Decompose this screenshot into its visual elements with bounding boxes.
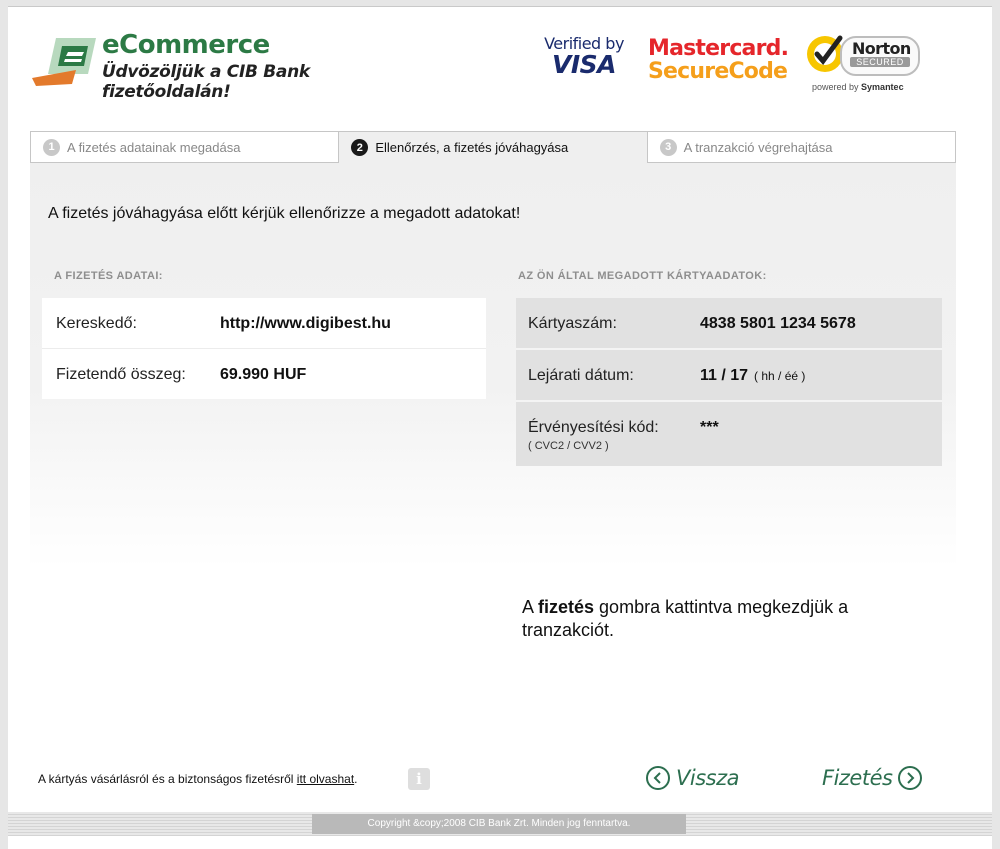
chevron-right-icon: [898, 766, 923, 790]
step-1-label: A fizetés adatainak megadása: [67, 139, 241, 155]
ecommerce-logo-icon: [32, 38, 96, 86]
copyright-text: Copyright &copy;2008 CIB Bank Zrt. Minde…: [312, 814, 686, 834]
expiry-hint: ( hh / éé ): [754, 369, 806, 383]
cvc-value: ***: [700, 419, 719, 436]
visa-line2: VISA: [551, 50, 617, 79]
norton-secured-badge: Norton SECURED powered by Symantec: [804, 30, 924, 100]
chevron-left-icon: [646, 766, 670, 790]
info-text: A kártyás vásárlásról és a biztonságos f…: [38, 772, 358, 786]
step-3-label: A tranzakció végrehajtása: [683, 139, 833, 155]
step-3-tab: 3 A tranzakció végrehajtása: [646, 131, 956, 163]
card-number-value: 4838 5801 1234 5678: [700, 315, 856, 332]
amount-row: Fizetendő összeg: 69.990 HUF: [42, 349, 486, 399]
payment-details-box: Kereskedő: http://www.digibest.hu Fizete…: [42, 298, 486, 399]
step-3-number-icon: 3: [659, 138, 677, 156]
merchant-row: Kereskedő: http://www.digibest.hu: [42, 298, 486, 349]
amount-value: 69.990 HUF: [220, 366, 307, 383]
cvc-label: Érvényesítési kód:: [528, 419, 659, 436]
info-link[interactable]: itt olvashat: [297, 772, 354, 786]
step-1-number-icon: 1: [43, 138, 60, 156]
step-2-tab: 2 Ellenőrzés, a fizetés jóváhagyása: [338, 131, 647, 163]
security-badges: Verified by VISA Mastercard. SecureCode …: [532, 22, 932, 112]
powered-prefix: powered by: [812, 82, 859, 92]
card-details-box: Kártyaszám: 4838 5801 1234 5678 Lejárati…: [516, 298, 942, 466]
info-prefix: A kártyás vásárlásról és a biztonságos f…: [38, 772, 297, 786]
cvc-row: Érvényesítési kód: ( CVC2 / CVV2 ) ***: [516, 402, 942, 466]
payment-section-title: A FIZETÉS ADATAI:: [54, 270, 163, 282]
step-2-label: Ellenőrzés, a fizetés jóváhagyása: [375, 140, 569, 155]
expiry-row: Lejárati dátum: 11 / 17 ( hh / éé ): [516, 350, 942, 402]
pay-button-label: Fizetés: [822, 766, 893, 790]
logo-subtitle: Üdvözöljük a CIB Bank fizetőoldalán!: [102, 62, 310, 102]
progress-steps: 1 A fizetés adatainak megadása 2 Ellenőr…: [30, 131, 956, 163]
norton-box: Norton SECURED: [840, 36, 920, 76]
ecommerce-logo: eCommerce Üdvözöljük a CIB Bank fizetőol…: [32, 30, 432, 102]
cvc-sublabel: ( CVC2 / CVV2 ): [528, 440, 609, 452]
merchant-value: http://www.digibest.hu: [220, 315, 391, 332]
step-2-number-icon: 2: [351, 139, 369, 156]
powered-brand: Symantec: [861, 82, 904, 92]
norton-powered-by: powered by Symantec: [812, 82, 904, 92]
merchant-label: Kereskedő:: [56, 315, 137, 332]
expiry-value: 11 / 17: [700, 367, 749, 384]
mastercard-securecode-badge: Mastercard. SecureCode: [648, 36, 798, 84]
confirmation-panel: A fizetés jóváhagyása előtt kérjük ellen…: [30, 163, 956, 568]
logo-title: eCommerce: [102, 30, 270, 60]
card-number-row: Kártyaszám: 4838 5801 1234 5678: [516, 298, 942, 350]
back-button[interactable]: Vissza: [646, 766, 739, 790]
mc-line2: SecureCode: [648, 59, 788, 84]
pay-button[interactable]: Fizetés: [822, 766, 923, 790]
norton-secured-label: SECURED: [850, 57, 910, 67]
note-bold: fizetés: [538, 597, 595, 617]
amount-label: Fizetendő összeg:: [56, 366, 186, 383]
info-icon[interactable]: i: [408, 768, 430, 790]
card-number-label: Kártyaszám:: [528, 315, 617, 332]
mc-line1: Mastercard.: [648, 36, 789, 61]
norton-name: Norton: [852, 39, 911, 58]
verified-by-visa-badge: Verified by VISA: [538, 34, 630, 79]
step-1-tab: 1 A fizetés adatainak megadása: [30, 131, 339, 163]
back-button-label: Vissza: [676, 766, 739, 790]
intro-text: A fizetés jóváhagyása előtt kérjük ellen…: [48, 205, 521, 222]
card-section-title: AZ ÖN ÁLTAL MEGADOTT KÁRTYAADATOK:: [518, 270, 767, 282]
note-prefix: A: [522, 597, 539, 617]
expiry-label: Lejárati dátum:: [528, 367, 634, 384]
payment-note: A fizetés gombra kattintva megkezdjük a …: [522, 596, 942, 642]
info-end: .: [354, 772, 358, 786]
expiry-value-wrap: 11 / 17 ( hh / éé ): [700, 367, 805, 385]
